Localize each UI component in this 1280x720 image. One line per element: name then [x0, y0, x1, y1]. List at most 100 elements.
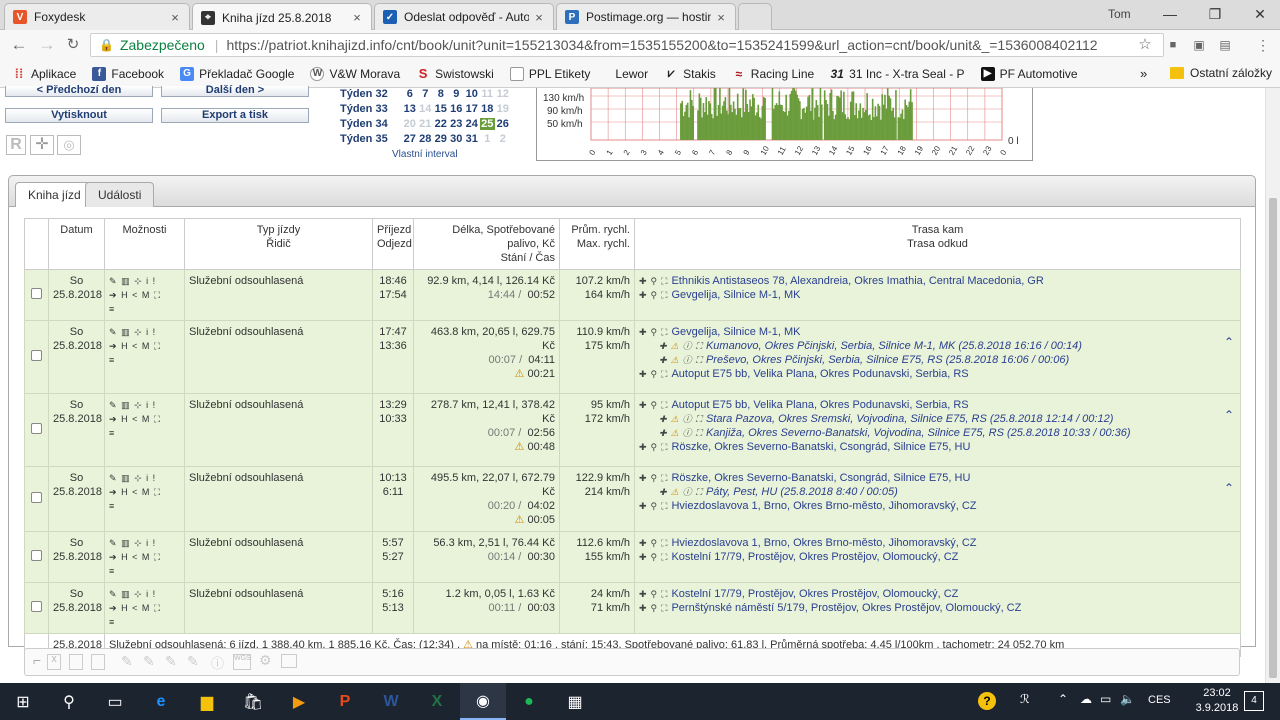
zoom-icon[interactable]: ⚲ [651, 473, 658, 483]
info-icon[interactable]: ⓘ [683, 355, 692, 365]
plus-icon[interactable]: ✚ [639, 589, 647, 599]
chevron-left-icon[interactable]: < [132, 341, 138, 351]
info-icon[interactable]: ⓘ [683, 487, 692, 497]
row-select[interactable] [24, 393, 49, 467]
bookmark-pf-automotive[interactable]: ▶ PF Automotive [980, 66, 1078, 81]
bookmark-31inc[interactable]: 31 31 Inc - X-tra Seal - P [830, 67, 964, 81]
header-date[interactable]: Datum [48, 218, 105, 270]
alert-icon[interactable]: ! [153, 538, 157, 548]
alert-icon[interactable]: ! [153, 473, 157, 483]
edit-icon[interactable]: ✎ [109, 400, 118, 410]
map-icon[interactable]: ⛶ [661, 501, 667, 511]
calendar-day[interactable]: 12 [495, 88, 511, 100]
map-icon[interactable]: ⛶ [696, 487, 702, 497]
calendar-day[interactable]: 9 [449, 88, 465, 100]
map-icon[interactable]: ⛶ [661, 538, 667, 548]
map-icon[interactable]: ⛶ [661, 442, 667, 452]
calendar-day[interactable]: 6 [402, 88, 418, 100]
plus-icon[interactable]: ✚ [659, 341, 667, 351]
map-icon[interactable]: ⛶ [661, 400, 667, 410]
map-icon[interactable]: ⛶ [661, 369, 667, 379]
star-icon[interactable]: ☆ [1134, 35, 1156, 55]
route-from[interactable]: ✚ ⚲ ⛶ Gevgelija, Silnice M-1, MK [639, 288, 1236, 302]
m-icon[interactable]: M [142, 341, 151, 351]
map-icon[interactable]: ⛶ [154, 414, 161, 424]
network-icon[interactable]: ▭ [1100, 692, 1111, 706]
list-icon[interactable]: ≡ [109, 501, 115, 511]
m-icon[interactable]: M [142, 487, 151, 497]
new-tab-button[interactable] [738, 3, 772, 30]
calendar-day[interactable]: 29 [433, 133, 449, 145]
calendar-day[interactable]: 13 [402, 103, 418, 115]
table-row[interactable]: So 25.8.2018 ✎ ▥ ⊹ i ! ➔ H < M ⛶ ≡ Služeb… [24, 582, 1241, 634]
row-checkbox[interactable] [31, 349, 42, 361]
plus-icon[interactable]: ✚ [659, 355, 667, 365]
row-checkbox[interactable] [31, 422, 42, 434]
row-select[interactable] [24, 531, 49, 583]
plus-icon[interactable]: ✚ [659, 428, 667, 438]
m-icon[interactable]: M [142, 552, 151, 562]
m-icon[interactable]: M [142, 414, 151, 424]
map-icon[interactable]: ⛶ [154, 552, 161, 562]
zoom-icon[interactable]: ⚲ [651, 552, 658, 562]
bookmark-lewor[interactable]: Lewor [606, 67, 648, 81]
zoom-icon[interactable]: ⚲ [651, 290, 658, 300]
zoom-icon[interactable]: ⚲ [651, 501, 658, 511]
file-explorer-icon[interactable]: ▆ [184, 683, 230, 720]
route-to[interactable]: ✚ ⚲ ⛶ Gevgelija, Silnice M-1, MK [639, 325, 1236, 339]
chrome-icon[interactable]: ◉ [460, 683, 506, 720]
route-waypoint[interactable]: ✚ ⚠ ⓘ ⛶ Kumanovo, Okres Pčinjski, Serbia, Si… [639, 339, 1236, 353]
route-waypoint[interactable]: ✚ ⚠ ⓘ ⛶ Kanjiža, Okres Severno-Banatski, Voj… [639, 426, 1236, 440]
header-length[interactable]: Délka, Spotřebované palivo, Kč Stání / Ča… [413, 218, 560, 270]
task-view-icon[interactable]: ▭ [92, 683, 138, 720]
edit-icon[interactable]: ✎ [109, 589, 118, 599]
alert-icon[interactable]: ! [153, 589, 157, 599]
row-select[interactable] [24, 320, 49, 394]
plus-icon[interactable]: ✚ [639, 327, 647, 337]
split-icon[interactable]: ⊹ [134, 327, 143, 337]
plus-icon[interactable]: ✚ [639, 552, 647, 562]
alert-icon[interactable]: ! [153, 400, 157, 410]
zoom-icon[interactable]: ⚲ [651, 327, 658, 337]
map-icon[interactable]: ⛶ [696, 428, 702, 438]
h-icon[interactable]: H [121, 552, 129, 562]
edit-icon[interactable]: ✎ [165, 653, 177, 670]
maximize-icon[interactable]: ❐ [1200, 4, 1230, 24]
list-icon[interactable]: ≡ [109, 617, 115, 627]
plus-icon[interactable]: ✚ [639, 442, 647, 452]
h-icon[interactable]: H [121, 487, 129, 497]
profile-name[interactable]: Tom [1108, 7, 1131, 21]
extension-icon[interactable]: ▤ [1214, 35, 1236, 55]
calculator-icon[interactable]: ▦ [552, 683, 598, 720]
map-icon[interactable]: ⛶ [154, 603, 161, 613]
back-arrow-icon[interactable]: ← [8, 35, 30, 55]
map-icon[interactable]: ⛶ [696, 341, 702, 351]
store-icon[interactable]: 🛍 [230, 683, 276, 720]
split-icon[interactable]: ⊹ [134, 538, 143, 548]
calendar-day[interactable]: 21 [418, 118, 434, 130]
arrow-right-icon[interactable]: ➔ [109, 487, 118, 497]
zoom-icon[interactable]: ⚲ [651, 442, 658, 452]
edit-icon[interactable]: ✎ [143, 653, 155, 670]
close-icon[interactable]: × [351, 10, 363, 25]
calendar-day[interactable]: 10 [464, 88, 480, 100]
route-from[interactable]: ✚ ⚲ ⛶ Kostelní 17/79, Prostějov, Okres Pros… [639, 550, 1236, 564]
row-checkbox[interactable] [31, 287, 42, 299]
language-indicator[interactable]: CES [1148, 694, 1171, 706]
route-to[interactable]: ✚ ⚲ ⛶ Ethnikis Antistaseos 78, Alexandreia,… [639, 274, 1236, 288]
map-icon[interactable]: ⛶ [696, 355, 702, 365]
calendar-day[interactable]: 17 [464, 103, 480, 115]
m-icon[interactable]: M [142, 603, 151, 613]
header-times[interactable]: Příjezd Odjezd [372, 218, 414, 270]
map-icon[interactable]: ⛶ [661, 589, 667, 599]
route-to[interactable]: ✚ ⚲ ⛶ Kostelní 17/79, Prostějov, Okres Pros… [639, 587, 1236, 601]
calendar-day[interactable]: 24 [464, 118, 480, 130]
table-row[interactable]: So 25.8.2018 ✎ ▥ ⊹ i ! ➔ H < M ⛶ ≡ Služeb… [24, 531, 1241, 583]
wgs-icon[interactable]: WGS [233, 654, 251, 670]
edit-icon[interactable]: ✎ [187, 653, 199, 670]
calendar-day[interactable]: 2 [495, 133, 511, 145]
calendar-day[interactable]: 23 [449, 118, 465, 130]
m-icon[interactable]: M [142, 290, 151, 300]
people-icon[interactable]: ℛ [1020, 692, 1030, 706]
bookmark-ppl-etikety[interactable]: PPL Etikety [509, 66, 590, 81]
